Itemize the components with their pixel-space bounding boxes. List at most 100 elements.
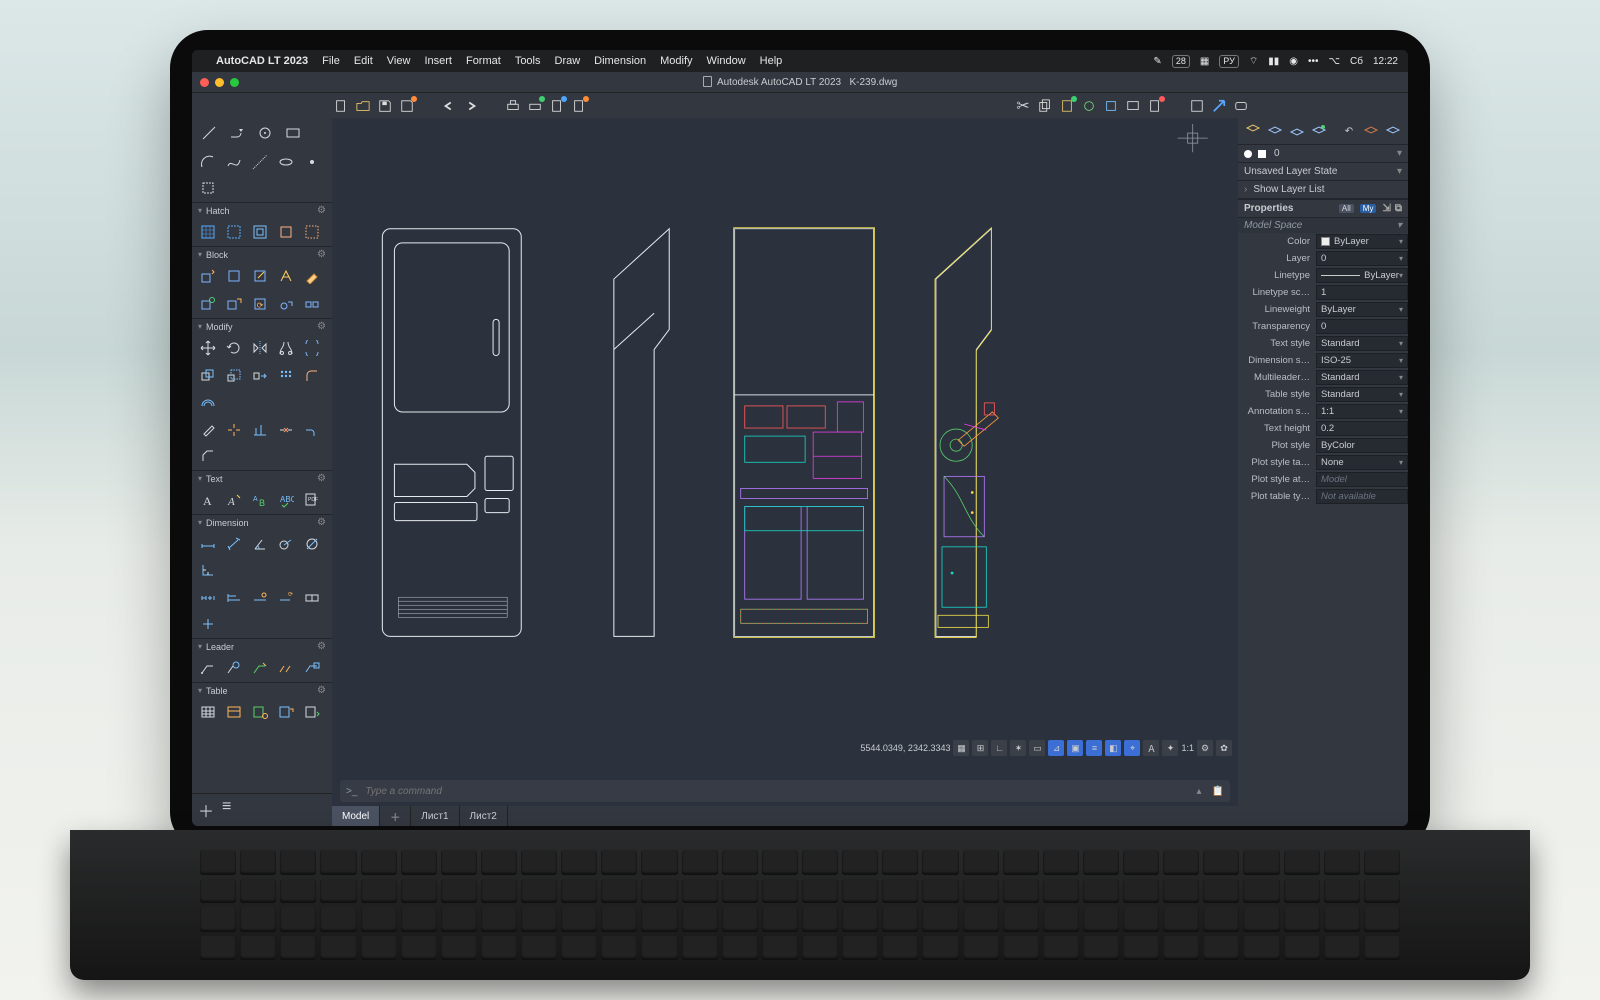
property-field[interactable]: Standard▾ xyxy=(1316,336,1408,351)
baseline-dim-icon[interactable] xyxy=(224,588,244,608)
command-line[interactable]: >_ ▴ 📋 xyxy=(340,780,1230,802)
leader-remove-icon[interactable] xyxy=(250,658,270,678)
region-icon[interactable] xyxy=(276,222,296,242)
text-style-icon[interactable]: AB xyxy=(250,490,270,510)
menu-view[interactable]: View xyxy=(387,55,411,67)
add-palette-icon[interactable]: ＋ xyxy=(198,798,214,822)
aligned-dim-icon[interactable] xyxy=(224,534,244,554)
tolerance-icon[interactable] xyxy=(302,588,322,608)
menu-help[interactable]: Help xyxy=(760,55,783,67)
diameter-dim-icon[interactable] xyxy=(302,534,322,554)
undo-icon[interactable] xyxy=(440,97,458,115)
command-input[interactable] xyxy=(363,785,1190,798)
polyline-icon[interactable] xyxy=(226,122,248,144)
control-center-icon[interactable]: ⌥ xyxy=(1328,56,1340,67)
calc-icon[interactable]: ▦ xyxy=(1200,56,1209,67)
arc-icon[interactable] xyxy=(198,152,218,172)
customize-icon[interactable]: ✿ xyxy=(1216,740,1232,756)
share-icon[interactable] xyxy=(1210,97,1228,115)
osnap-icon[interactable]: ▭ xyxy=(1029,740,1045,756)
wblock-icon[interactable] xyxy=(198,294,218,314)
mtext-icon[interactable]: A xyxy=(198,490,218,510)
property-field[interactable]: ByLayer▾ xyxy=(1316,234,1408,249)
clean-screen-icon[interactable] xyxy=(1124,97,1142,115)
menu-insert[interactable]: Insert xyxy=(424,55,452,67)
tab-sheet2[interactable]: Лист2 xyxy=(460,806,508,826)
menu-dimension[interactable]: Dimension xyxy=(594,55,646,67)
anno-scale-icon[interactable]: ✦ xyxy=(1162,740,1178,756)
input-lang-icon[interactable]: РУ xyxy=(1219,55,1239,68)
attribute-icon[interactable] xyxy=(276,266,296,286)
menu-edit[interactable]: Edit xyxy=(354,55,373,67)
find-text-icon[interactable]: PDF xyxy=(302,490,322,510)
plot-preview-icon[interactable] xyxy=(526,97,544,115)
center-mark-icon[interactable] xyxy=(198,614,218,634)
data-link-icon[interactable] xyxy=(250,702,270,722)
offset-icon[interactable] xyxy=(198,392,218,412)
props-popout-icon[interactable]: ⧉ xyxy=(1395,203,1402,214)
array-icon[interactable] xyxy=(276,366,296,386)
workspace-icon[interactable]: ⚙ xyxy=(1197,740,1213,756)
boundary-icon[interactable] xyxy=(250,222,270,242)
scale-readout[interactable]: 1:1 xyxy=(1181,743,1194,753)
props-filter-all[interactable]: All xyxy=(1339,204,1354,213)
redo-icon[interactable] xyxy=(462,97,480,115)
property-field[interactable]: 1:1▾ xyxy=(1316,404,1408,419)
join-icon[interactable] xyxy=(302,420,322,440)
ellipse-icon[interactable] xyxy=(276,152,296,172)
section-dimension[interactable]: ▾Dimension⚙ xyxy=(192,514,332,530)
layer-iso-icon[interactable] xyxy=(1362,122,1380,140)
create-block-icon[interactable] xyxy=(224,266,244,286)
app-name[interactable]: AutoCAD LT 2023 xyxy=(216,55,308,67)
drawing-canvas[interactable]: 5544.0349, 2342.3343 ▦ ⊞ ∟ ✶ ▭ ⊿ ▣ ≡ ◧ ⌖… xyxy=(332,118,1238,780)
menu-format[interactable]: Format xyxy=(466,55,501,67)
insert-block-icon[interactable] xyxy=(198,266,218,286)
grid-icon[interactable]: ▦ xyxy=(953,740,969,756)
user-icon[interactable]: ◉ xyxy=(1289,56,1298,67)
property-field[interactable]: Standard▾ xyxy=(1316,387,1408,402)
section-block[interactable]: ▾Block⚙ xyxy=(192,246,332,262)
dim-update-icon[interactable]: ⟳ xyxy=(276,588,296,608)
snap-icon[interactable]: ⊞ xyxy=(972,740,988,756)
property-field[interactable]: 0▾ xyxy=(1316,251,1408,266)
leader-add-icon[interactable] xyxy=(224,658,244,678)
fillet-icon[interactable] xyxy=(302,366,322,386)
layer-merge-icon[interactable] xyxy=(1384,122,1402,140)
table-icon[interactable] xyxy=(198,702,218,722)
spotlight-icon[interactable]: ••• xyxy=(1308,56,1319,67)
export-table-icon[interactable] xyxy=(302,702,322,722)
section-table[interactable]: ▾Table⚙ xyxy=(192,682,332,698)
match-prop-icon[interactable] xyxy=(1080,97,1098,115)
tab-model[interactable]: Model xyxy=(332,806,380,826)
annotation-icon[interactable]: Ａ xyxy=(1143,740,1159,756)
spell-check-icon[interactable]: ABC xyxy=(276,490,296,510)
align-icon[interactable] xyxy=(250,420,270,440)
list-palette-icon[interactable]: ≡ xyxy=(222,798,231,822)
menu-modify[interactable]: Modify xyxy=(660,55,692,67)
command-up-icon[interactable]: ▴ xyxy=(1197,786,1202,797)
save-icon[interactable] xyxy=(376,97,394,115)
menu-file[interactable]: File xyxy=(322,55,340,67)
layer-color-row[interactable]: 0 ▾ xyxy=(1238,145,1408,163)
scale-icon[interactable] xyxy=(224,366,244,386)
props-filter-my[interactable]: My xyxy=(1360,204,1377,213)
polar-icon[interactable]: ✶ xyxy=(1010,740,1026,756)
linear-dim-icon[interactable] xyxy=(198,534,218,554)
selection-cycle-icon[interactable]: ⌖ xyxy=(1124,740,1140,756)
layer-lock-icon[interactable] xyxy=(1310,122,1328,140)
line-icon[interactable] xyxy=(198,122,220,144)
property-field[interactable]: 1 xyxy=(1316,285,1408,300)
circle-icon[interactable] xyxy=(254,122,276,144)
section-modify[interactable]: ▾Modify⚙ xyxy=(192,318,332,334)
otrack-icon[interactable]: ⊿ xyxy=(1048,740,1064,756)
block-count-icon[interactable] xyxy=(302,294,322,314)
explode-icon[interactable] xyxy=(224,420,244,440)
property-field[interactable]: None▾ xyxy=(1316,455,1408,470)
properties-subhead[interactable]: Model Space▾ xyxy=(1238,218,1408,233)
section-text[interactable]: ▾Text⚙ xyxy=(192,470,332,486)
property-field[interactable]: ByLayer▾ xyxy=(1316,268,1408,283)
properties-icon[interactable] xyxy=(1188,97,1206,115)
move-icon[interactable] xyxy=(198,338,218,358)
wipeout-icon[interactable] xyxy=(302,222,322,242)
saveas-icon[interactable] xyxy=(398,97,416,115)
